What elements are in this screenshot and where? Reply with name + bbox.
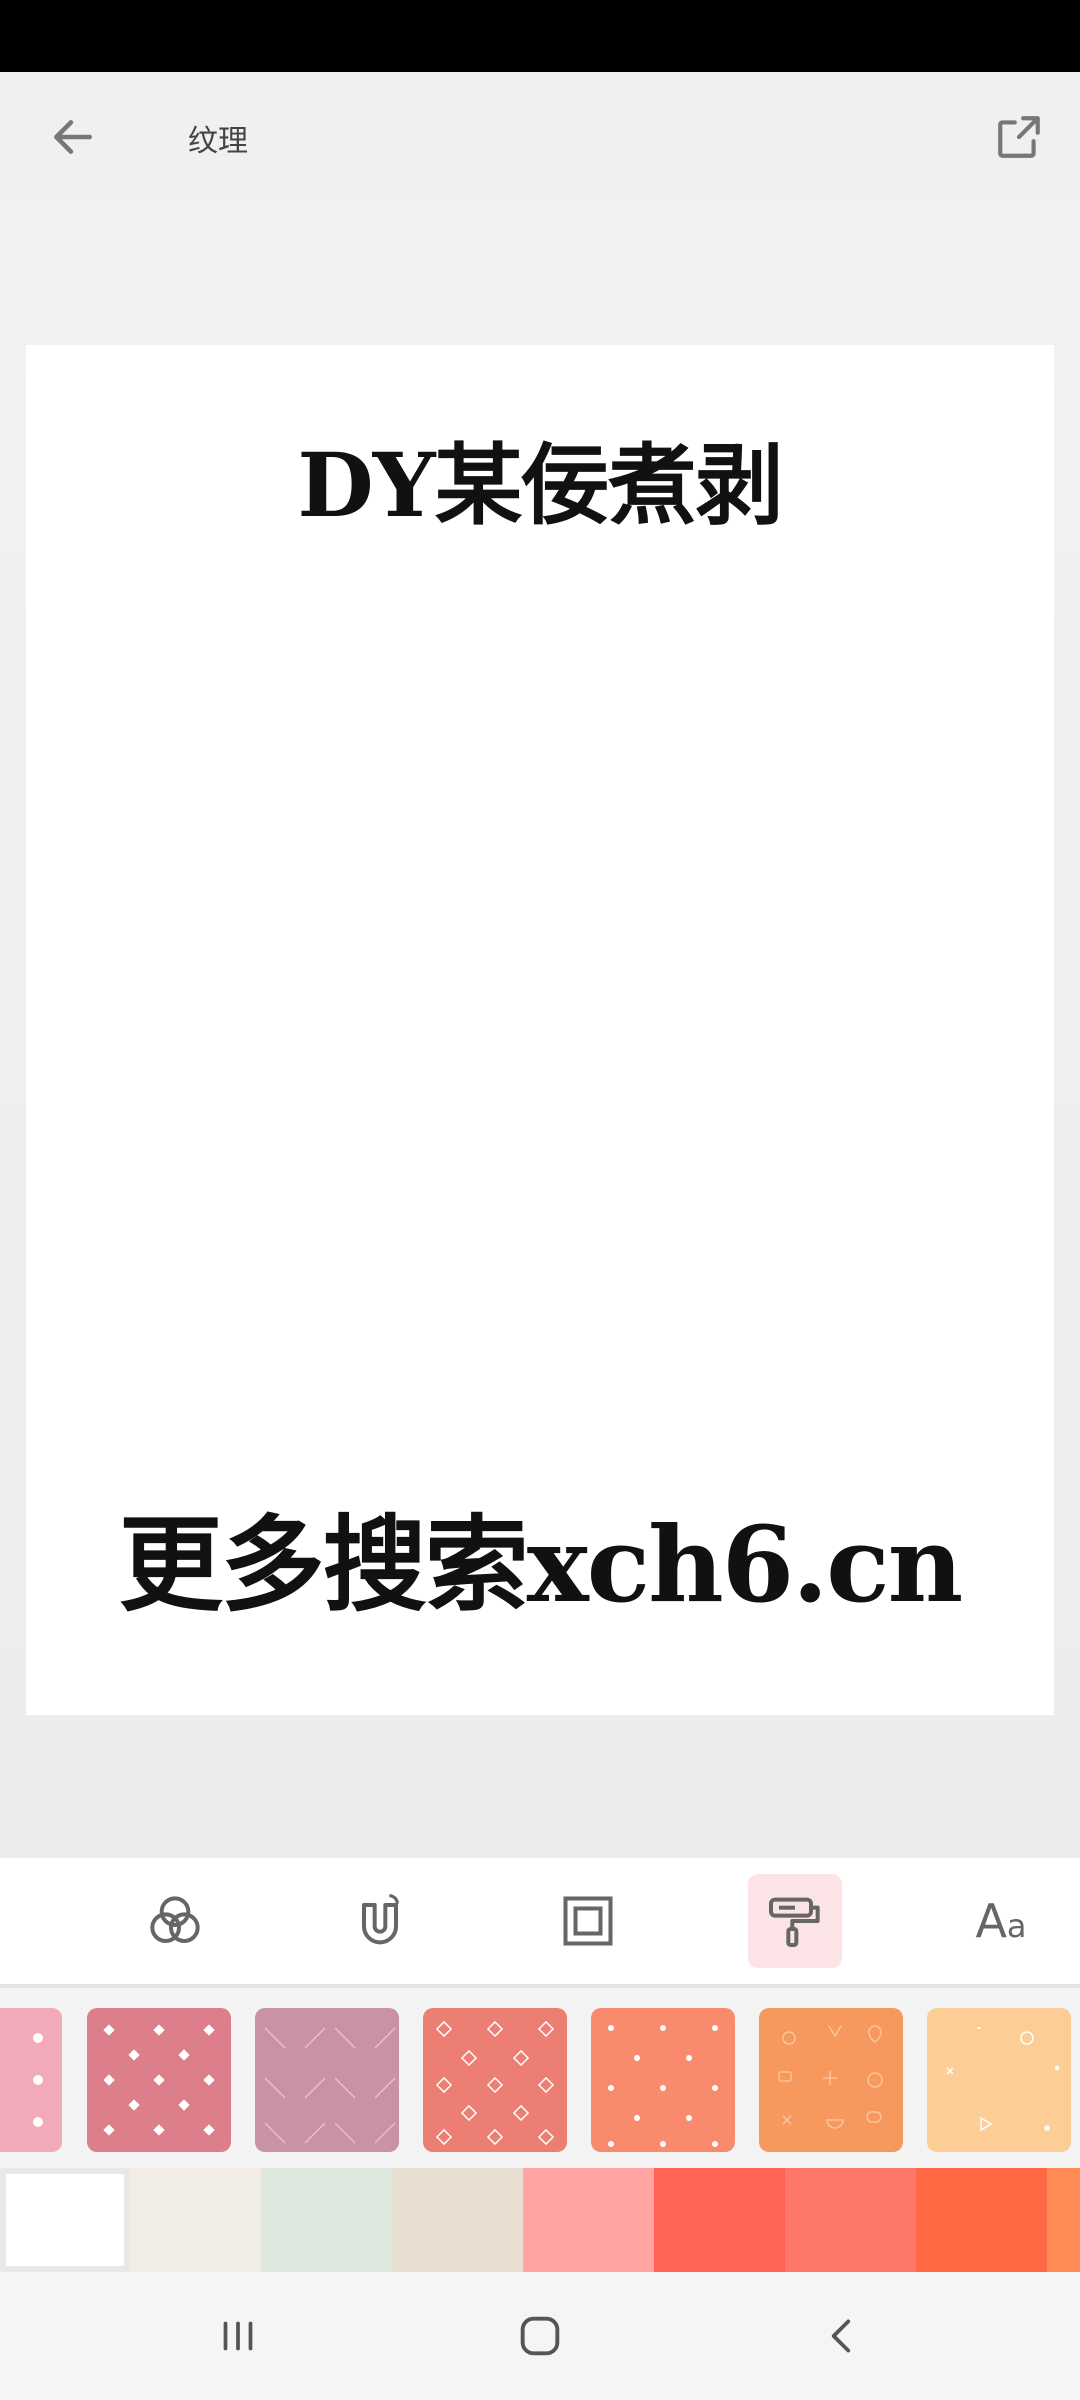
arrow-left-icon: [54, 120, 92, 154]
texture-option-2[interactable]: [87, 2008, 231, 2152]
magnet-icon: [362, 1894, 399, 1945]
color-swatch-2[interactable]: [130, 2168, 261, 2272]
color-swatch-5[interactable]: [523, 2168, 654, 2272]
texture-option-5[interactable]: [591, 2008, 735, 2152]
tool-text[interactable]: Aa: [954, 1874, 1048, 1968]
frame-icon: [563, 1896, 613, 1946]
color-picker[interactable]: [0, 2168, 1080, 2272]
editor-toolbar: Aa: [0, 1858, 1080, 1984]
tool-magnet[interactable]: [333, 1874, 427, 1968]
texture-option-1[interactable]: [0, 2008, 62, 2152]
system-back-button[interactable]: [802, 2296, 882, 2376]
export-button[interactable]: [986, 104, 1052, 170]
colors-icon: [150, 1896, 200, 1943]
home-button[interactable]: [500, 2296, 580, 2376]
color-swatch-1[interactable]: [0, 2168, 130, 2272]
color-swatch-8[interactable]: [916, 2168, 1047, 2272]
texture-option-6[interactable]: [759, 2008, 903, 2152]
tool-frame[interactable]: [541, 1874, 635, 1968]
canvas-top-text[interactable]: DY某佞煮剥: [26, 415, 1054, 542]
text-icon: Aa: [975, 1894, 1027, 1948]
system-navigation-bar: [0, 2272, 1080, 2400]
status-bar: [0, 0, 1080, 72]
editor-canvas: DY某佞煮剥 更多搜索xch6.cn: [0, 202, 1080, 1858]
home-icon: [520, 2316, 560, 2356]
texture-option-3[interactable]: [255, 2008, 399, 2152]
color-swatch-9[interactable]: [1047, 2168, 1080, 2272]
back-button[interactable]: [40, 104, 106, 170]
color-swatch-7[interactable]: [785, 2168, 916, 2272]
texture-option-4[interactable]: [423, 2008, 567, 2152]
page-title: 纹理: [188, 124, 248, 159]
recent-apps-icon: [223, 2321, 253, 2351]
color-swatch-3[interactable]: [261, 2168, 392, 2272]
tool-colors[interactable]: [128, 1874, 222, 1968]
color-swatch-4[interactable]: [392, 2168, 523, 2272]
paint-roller-icon: [769, 1897, 820, 1947]
tool-texture[interactable]: [748, 1874, 842, 1968]
color-swatch-6[interactable]: [654, 2168, 785, 2272]
texture-option-7[interactable]: [927, 2008, 1071, 2152]
note-paper[interactable]: DY某佞煮剥 更多搜索xch6.cn: [26, 345, 1054, 1715]
top-app-bar: 纹理: [0, 72, 1080, 202]
open-external-icon: [998, 116, 1040, 158]
chevron-left-icon: [831, 2319, 851, 2353]
canvas-bottom-text[interactable]: 更多搜索xch6.cn: [26, 1480, 1054, 1631]
texture-picker[interactable]: [0, 1984, 1080, 2170]
recent-apps-button[interactable]: [198, 2296, 278, 2376]
